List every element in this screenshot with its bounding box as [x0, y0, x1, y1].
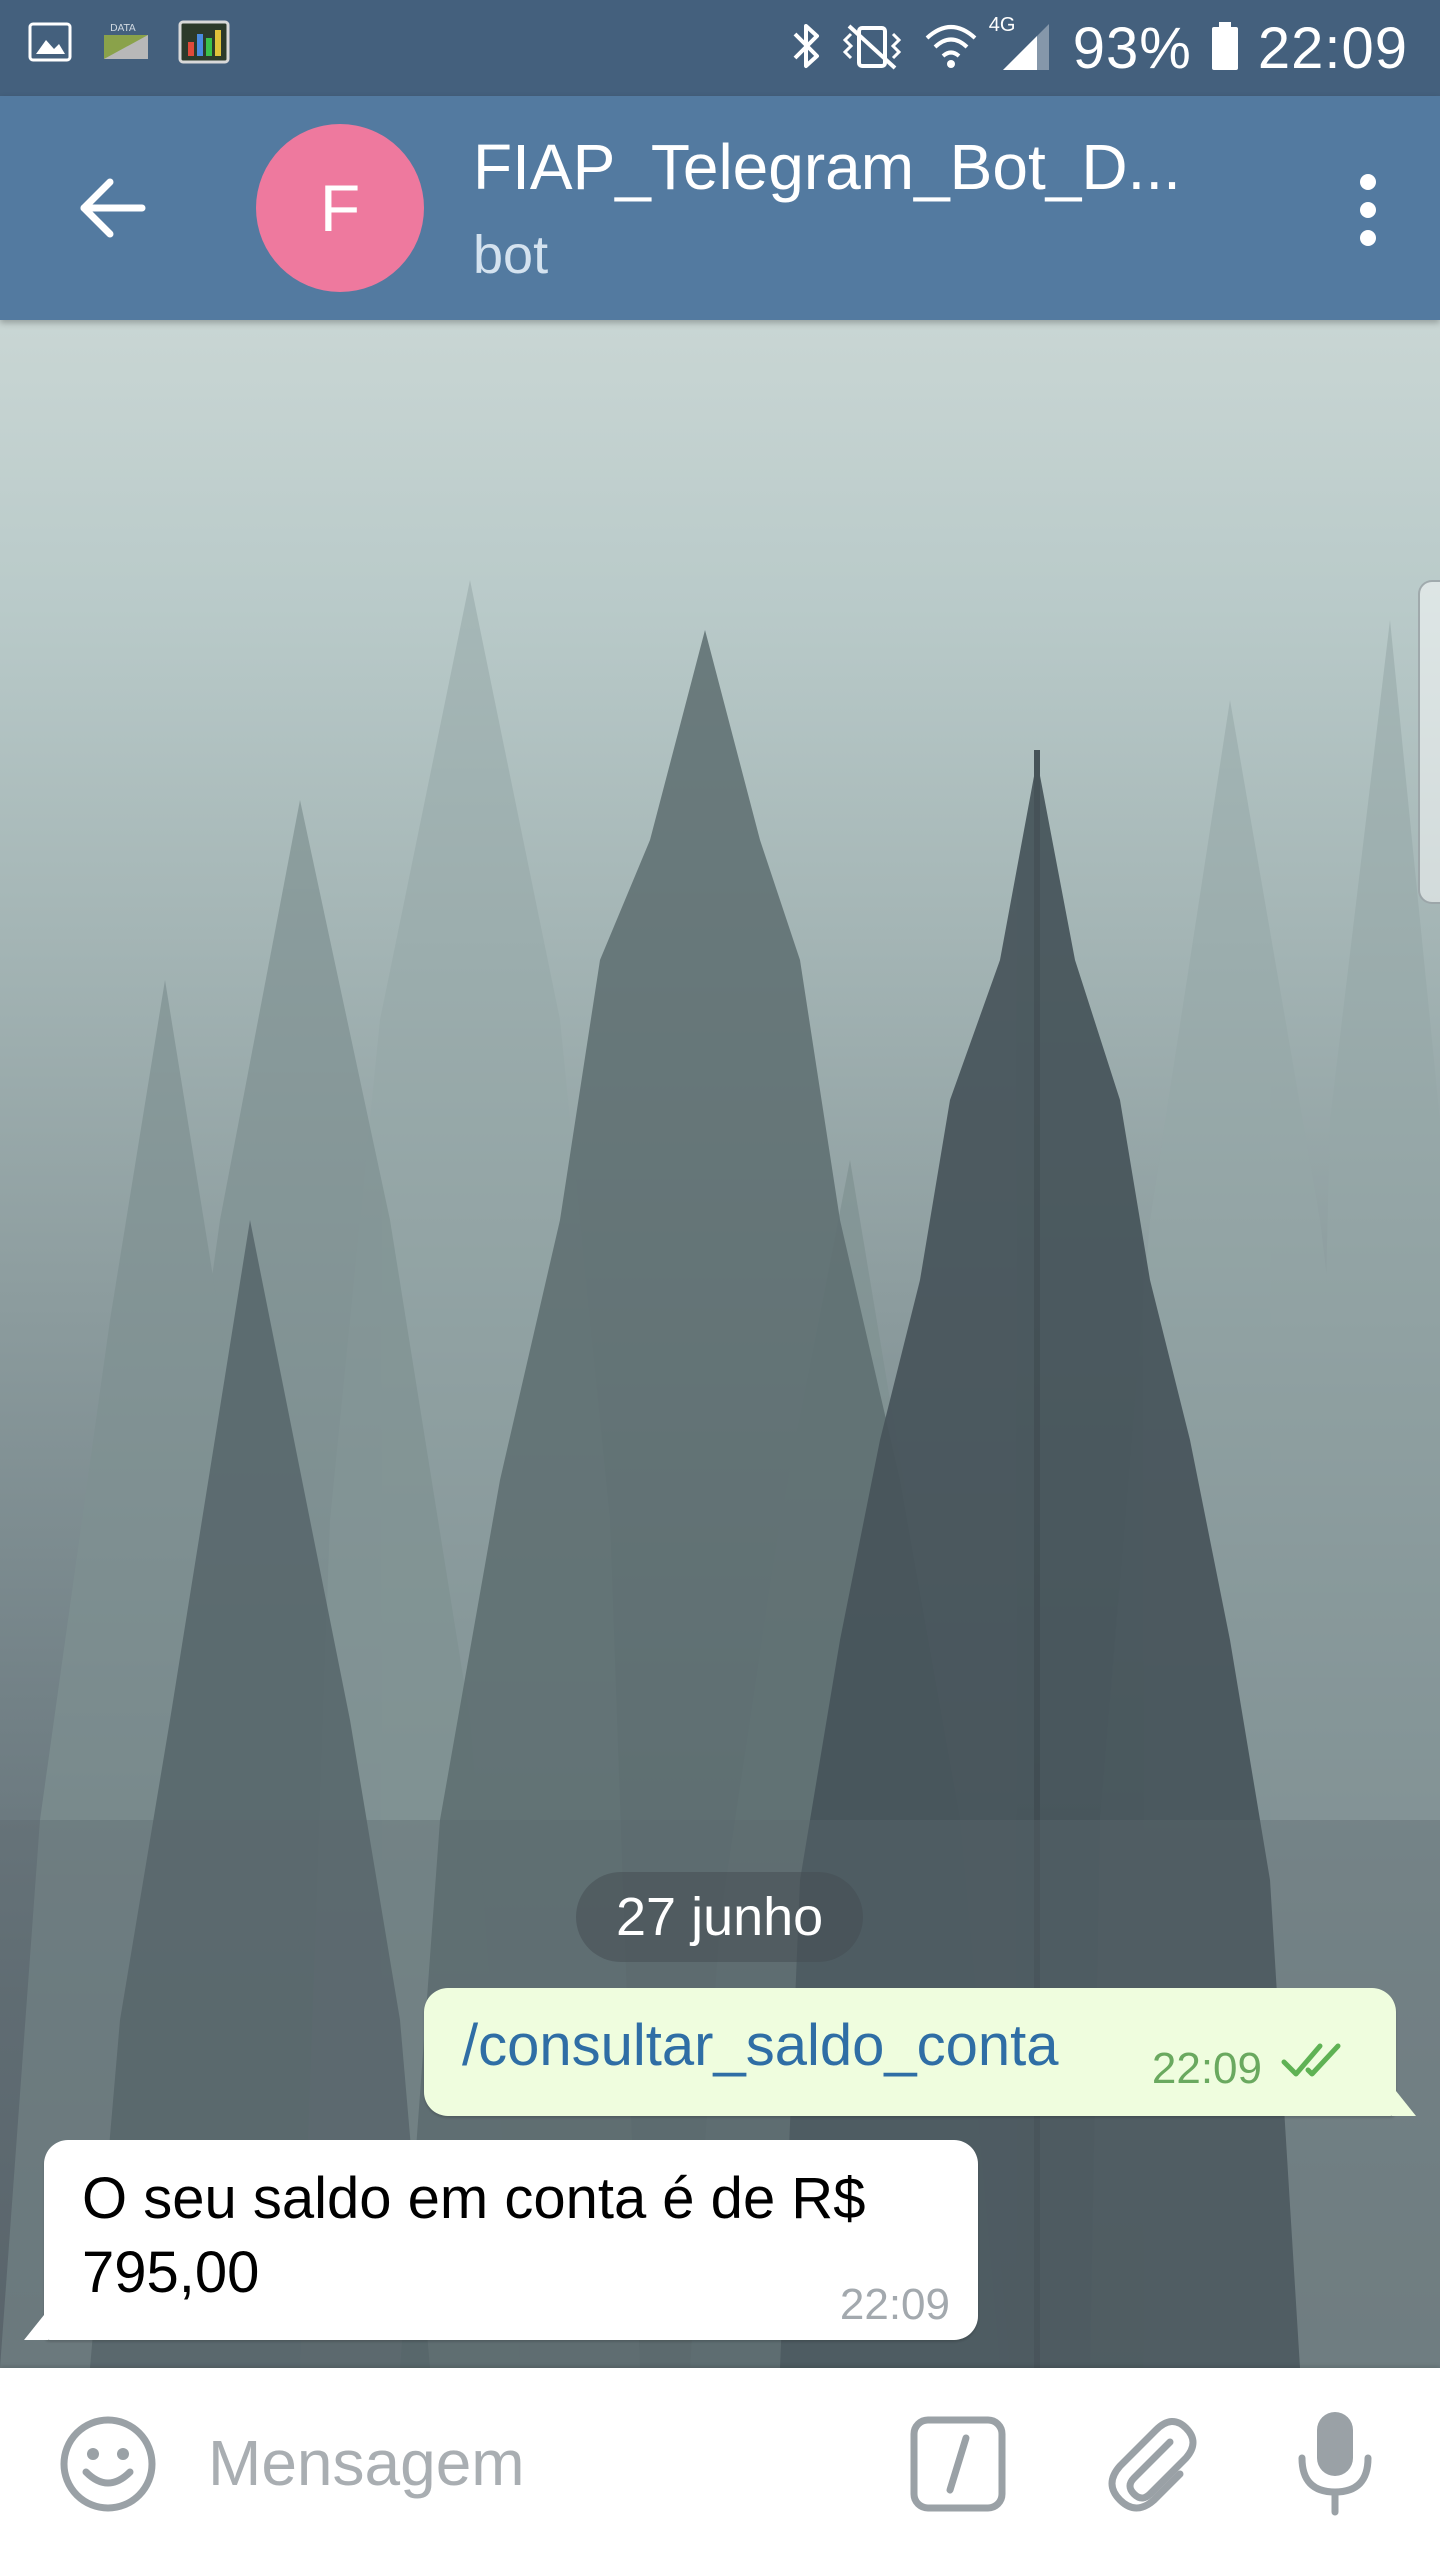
paperclip-icon — [1108, 2418, 1197, 2512]
chat-header: F FIAP_Telegram_Bot_D... bot — [0, 96, 1440, 320]
microphone-icon — [1298, 2412, 1372, 2516]
image-notification-icon — [28, 22, 72, 67]
network-type-label: 4G — [988, 13, 1016, 36]
signal-icon: 4G — [989, 14, 1055, 79]
status-time: 22:09 — [1257, 15, 1408, 81]
battery-percent: 93% — [1072, 15, 1192, 81]
message-composer — [0, 2368, 1440, 2560]
attach-button[interactable] — [1100, 2412, 1200, 2516]
emoji-button[interactable] — [58, 2414, 158, 2514]
svg-text:DATA: DATA — [110, 23, 136, 34]
message-time: 22:09 — [839, 2280, 950, 2329]
avatar[interactable]: F — [256, 124, 424, 292]
incoming-message[interactable]: O seu saldo em conta é de R$ 795,00 22:0… — [24, 2140, 978, 2340]
message-text: O seu saldo em conta é de R$ 795,00 — [82, 2166, 866, 2305]
battery-icon — [1210, 20, 1240, 77]
scroll-handle[interactable] — [1418, 580, 1440, 904]
arrow-left-icon — [80, 178, 146, 238]
data-notification-icon: DATA — [100, 21, 150, 68]
double-check-icon — [1281, 2043, 1341, 2077]
message-text[interactable]: /consultar_saldo_conta — [462, 2012, 1059, 2079]
chart-app-icon — [178, 20, 230, 69]
status-bar: DATA 4G 93% 22:09 — [0, 0, 1440, 96]
date-separator: 27 junho — [576, 1872, 864, 1962]
slash-command-icon — [910, 2416, 1006, 2512]
chat-subtitle: bot — [473, 225, 549, 285]
back-button[interactable] — [62, 158, 162, 258]
wifi-icon — [923, 20, 979, 77]
bluetooth-icon — [791, 20, 821, 77]
message-time: 22:09 — [1151, 2044, 1262, 2093]
chat-title[interactable]: FIAP_Telegram_Bot_D... — [473, 130, 1273, 204]
voice-message-button[interactable] — [1290, 2408, 1380, 2518]
message-input[interactable] — [208, 2408, 848, 2518]
chat-area[interactable]: 27 junho /consultar_saldo_conta 22:09 O … — [0, 320, 1440, 2368]
bot-commands-button[interactable] — [908, 2414, 1008, 2514]
more-vertical-icon — [1360, 174, 1376, 190]
vibrate-icon — [839, 20, 905, 77]
telegram-chat-screen: DATA 4G 93% 22:09 F FIAP_Telegram_Bot_D.… — [0, 0, 1440, 2560]
smile-icon — [60, 2416, 156, 2512]
more-options-button[interactable] — [1336, 160, 1400, 260]
outgoing-message[interactable]: /consultar_saldo_conta 22:09 — [424, 1988, 1416, 2116]
